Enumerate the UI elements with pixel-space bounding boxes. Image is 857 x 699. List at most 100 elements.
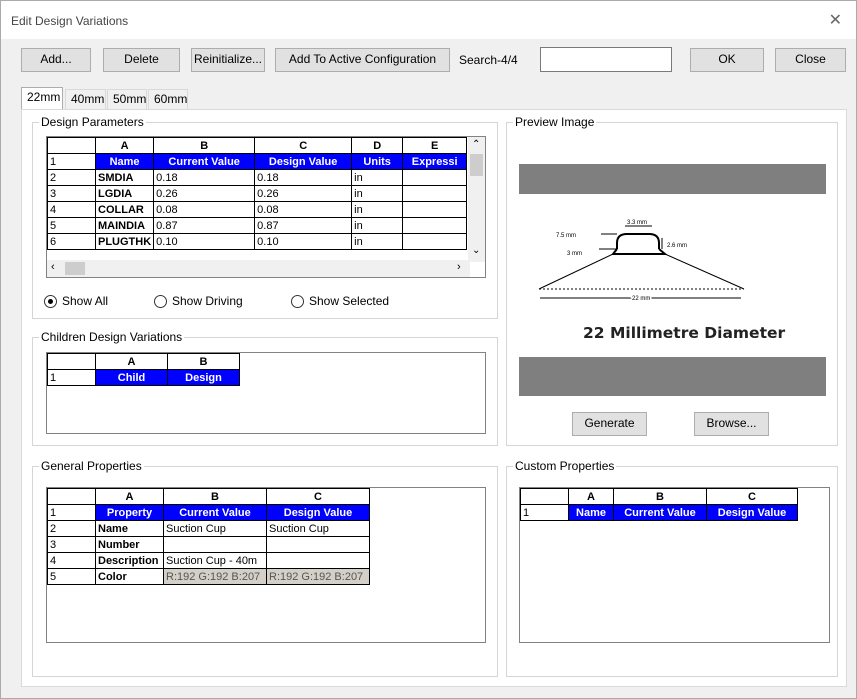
table-cell[interactable]: MAINDIA: [94, 217, 155, 234]
column-header[interactable]: A: [95, 353, 168, 370]
table-cell[interactable]: 0.10: [153, 233, 256, 250]
table-cell[interactable]: LGDIA: [94, 185, 155, 202]
table-cell[interactable]: Child: [95, 369, 168, 386]
table-cell[interactable]: [266, 536, 370, 553]
scroll-up-icon[interactable]: ⌃: [472, 139, 480, 150]
show-selected-radio[interactable]: Show Selected: [291, 294, 389, 308]
column-header[interactable]: C: [254, 137, 353, 154]
row-number[interactable]: 4: [47, 201, 96, 218]
table-cell[interactable]: 0.26: [153, 185, 256, 202]
table-cell[interactable]: Name: [95, 520, 164, 537]
table-cell[interactable]: Design Value: [706, 504, 798, 521]
row-number[interactable]: 5: [47, 568, 96, 585]
table-cell[interactable]: Property: [95, 504, 164, 521]
column-header[interactable]: C: [266, 488, 370, 505]
row-number[interactable]: 4: [47, 552, 96, 569]
table-cell[interactable]: Suction Cup - 40m: [163, 552, 267, 569]
table-cell[interactable]: 0.26: [254, 185, 353, 202]
table-cell[interactable]: Design: [167, 369, 240, 386]
tab-50mm[interactable]: 50mm: [107, 89, 147, 109]
table-cell[interactable]: Current Value: [153, 153, 256, 170]
row-number[interactable]: 1: [47, 504, 96, 521]
table-cell[interactable]: [402, 185, 468, 202]
table-cell[interactable]: 0.10: [254, 233, 353, 250]
custom-properties-grid[interactable]: A B C 1 Name Current Value Design Value: [519, 487, 830, 643]
table-cell[interactable]: COLLAR: [94, 201, 155, 218]
horizontal-scrollbar[interactable]: ‹ ›: [47, 260, 470, 277]
browse-button[interactable]: Browse...: [694, 412, 769, 436]
table-cell[interactable]: Design Value: [254, 153, 353, 170]
table-cell[interactable]: Units: [351, 153, 404, 170]
column-header[interactable]: A: [95, 488, 164, 505]
tab-22mm[interactable]: 22mm: [21, 87, 63, 111]
general-properties-grid[interactable]: A B C 1 Property Current Value Design Value 2 Na…: [46, 487, 486, 643]
table-cell[interactable]: SMDIA: [94, 169, 155, 186]
table-cell[interactable]: Suction Cup: [266, 520, 370, 537]
table-cell[interactable]: Name: [94, 153, 155, 170]
table-cell[interactable]: 0.08: [153, 201, 256, 218]
show-all-radio[interactable]: Show All: [44, 294, 108, 308]
table-cell[interactable]: 0.18: [254, 169, 353, 186]
show-driving-radio[interactable]: Show Driving: [154, 294, 243, 308]
table-cell[interactable]: Current Value: [163, 504, 267, 521]
corner-cell[interactable]: [47, 488, 96, 505]
column-header[interactable]: C: [706, 488, 798, 505]
table-cell[interactable]: [402, 217, 468, 234]
column-header[interactable]: B: [163, 488, 267, 505]
row-number[interactable]: 6: [47, 233, 96, 250]
table-cell[interactable]: Design Value: [266, 504, 370, 521]
scroll-thumb[interactable]: [470, 154, 483, 176]
table-cell[interactable]: Suction Cup: [163, 520, 267, 537]
row-number[interactable]: 3: [47, 536, 96, 553]
table-cell[interactable]: Current Value: [613, 504, 707, 521]
children-grid[interactable]: A B 1 Child Design: [46, 352, 486, 434]
delete-button[interactable]: Delete: [103, 48, 180, 72]
table-cell[interactable]: in: [351, 169, 404, 186]
table-cell[interactable]: Name: [568, 504, 614, 521]
tab-60mm[interactable]: 60mm: [148, 89, 188, 109]
table-cell[interactable]: in: [351, 201, 404, 218]
hscroll-thumb[interactable]: [65, 262, 85, 275]
row-number[interactable]: 1: [47, 153, 96, 170]
row-number[interactable]: 1: [520, 504, 569, 521]
corner-cell[interactable]: [47, 137, 96, 154]
table-cell[interactable]: Number: [95, 536, 164, 553]
row-number[interactable]: 5: [47, 217, 96, 234]
design-parameters-grid[interactable]: A B C D E 1 Name Current Value Design Value Units…: [46, 136, 486, 278]
column-header[interactable]: E: [402, 137, 468, 154]
close-icon[interactable]: ✕: [829, 10, 842, 30]
generate-button[interactable]: Generate: [572, 412, 647, 436]
add-button[interactable]: Add...: [21, 48, 91, 72]
column-header[interactable]: A: [94, 137, 155, 154]
scroll-left-icon[interactable]: ‹: [51, 261, 55, 273]
table-cell[interactable]: [402, 201, 468, 218]
column-header[interactable]: B: [153, 137, 256, 154]
table-cell[interactable]: 0.18: [153, 169, 256, 186]
table-cell[interactable]: [402, 233, 468, 250]
corner-cell[interactable]: [520, 488, 569, 505]
table-cell[interactable]: PLUGTHK: [94, 233, 155, 250]
column-header[interactable]: A: [568, 488, 614, 505]
scroll-down-icon[interactable]: ⌄: [472, 245, 480, 256]
tab-40mm[interactable]: 40mm: [65, 89, 106, 109]
column-header[interactable]: D: [351, 137, 404, 154]
table-cell[interactable]: R:192 G:192 B:207: [163, 568, 267, 585]
reinitialize-button[interactable]: Reinitialize...: [191, 48, 265, 72]
table-cell[interactable]: [266, 552, 370, 569]
close-button[interactable]: Close: [775, 48, 846, 72]
table-cell[interactable]: Description: [95, 552, 164, 569]
table-cell[interactable]: Expressi: [402, 153, 468, 170]
row-number[interactable]: 3: [47, 185, 96, 202]
table-cell[interactable]: 0.87: [254, 217, 353, 234]
corner-cell[interactable]: [47, 353, 96, 370]
ok-button[interactable]: OK: [690, 48, 764, 72]
table-cell[interactable]: in: [351, 217, 404, 234]
table-cell[interactable]: [402, 169, 468, 186]
search-input[interactable]: [540, 47, 672, 72]
table-cell[interactable]: in: [351, 233, 404, 250]
row-number[interactable]: 2: [47, 520, 96, 537]
table-cell[interactable]: 0.87: [153, 217, 256, 234]
column-header[interactable]: B: [613, 488, 707, 505]
table-cell[interactable]: R:192 G:192 B:207: [266, 568, 370, 585]
row-number[interactable]: 2: [47, 169, 96, 186]
